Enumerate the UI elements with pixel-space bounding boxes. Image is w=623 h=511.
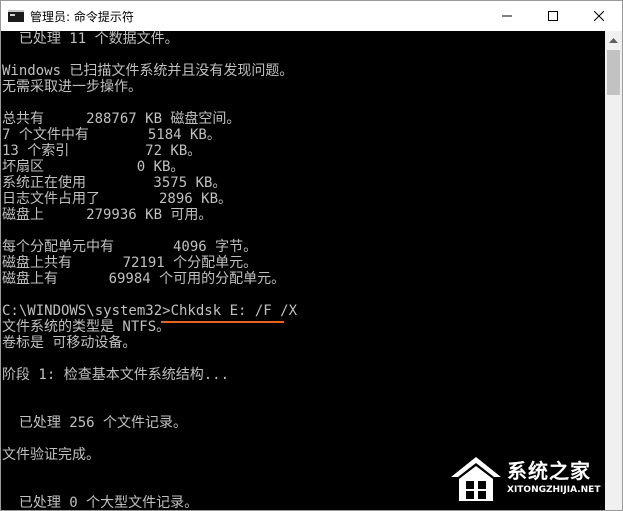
console-line: 系统正在使用 3575 KB。 — [2, 175, 227, 191]
watermark: 系统之家 XITONGZHIJIA.NET — [449, 453, 619, 505]
console-line: 总共有 288767 KB 磁盘空间。 — [2, 111, 241, 127]
console-line: 每个分配单元中有 4096 字节。 — [2, 239, 258, 255]
console-line: 日志文件占用了 2896 KB。 — [2, 191, 233, 207]
console-line: 磁盘上 279936 KB 可用。 — [2, 207, 213, 223]
close-button[interactable] — [576, 1, 622, 31]
console-line: 文件系统的类型是 NTFS。 — [2, 319, 171, 335]
watermark-url: XITONGZHIJIA.NET — [507, 485, 601, 495]
console-icon — [8, 10, 24, 22]
console-line: Windows 已扫描文件系统并且没有发现问题。 — [2, 63, 294, 79]
command-line: C:\WINDOWS\system32>Chkdsk E: /F /X — [2, 303, 298, 319]
console-line: 卷标是 可移动设备。 — [2, 335, 137, 351]
console-line: 已处理 11 个数据文件。 — [2, 31, 179, 47]
house-logo-icon — [451, 457, 501, 501]
console-line: 已处理 256 个文件记录。 — [2, 415, 188, 431]
console-line: 阶段 1: 检查基本文件系统结构... — [2, 367, 230, 383]
console-line: 13 个索引 72 KB。 — [2, 143, 202, 159]
console-line: 无需采取进一步操作。 — [2, 79, 142, 95]
console-output[interactable]: 已处理 11 个数据文件。 Windows 已扫描文件系统并且没有发现问题。 无… — [1, 31, 605, 510]
maximize-button[interactable] — [530, 1, 576, 31]
maximize-icon — [548, 11, 558, 21]
command-highlight-underline — [161, 321, 284, 323]
minimize-icon — [502, 15, 512, 17]
console-line: 磁盘上共有 72191 个分配单元。 — [2, 255, 258, 271]
console-line: 文件验证完成。 — [2, 447, 100, 463]
command-prompt-window: 管理员: 命令提示符 已处理 11 个数据文件。 Windows 已扫描文件系统… — [0, 0, 623, 511]
title-bar[interactable]: 管理员: 命令提示符 — [1, 1, 622, 31]
scroll-thumb[interactable] — [607, 50, 620, 95]
vertical-scrollbar[interactable] — [605, 31, 622, 510]
minimize-button[interactable] — [484, 1, 530, 31]
console-line: 7 个文件中有 5184 KB。 — [2, 127, 221, 143]
watermark-name: 系统之家 — [507, 459, 591, 483]
console-line: 已处理 0 个大型文件记录。 — [2, 495, 199, 510]
close-icon — [594, 11, 604, 21]
console-line: 磁盘上有 69984 个可用的分配单元。 — [2, 271, 286, 287]
window-title: 管理员: 命令提示符 — [30, 9, 134, 24]
scroll-up-button[interactable] — [605, 31, 622, 48]
console-line: 坏扇区 0 KB。 — [2, 159, 185, 175]
chevron-up-icon — [609, 37, 618, 43]
